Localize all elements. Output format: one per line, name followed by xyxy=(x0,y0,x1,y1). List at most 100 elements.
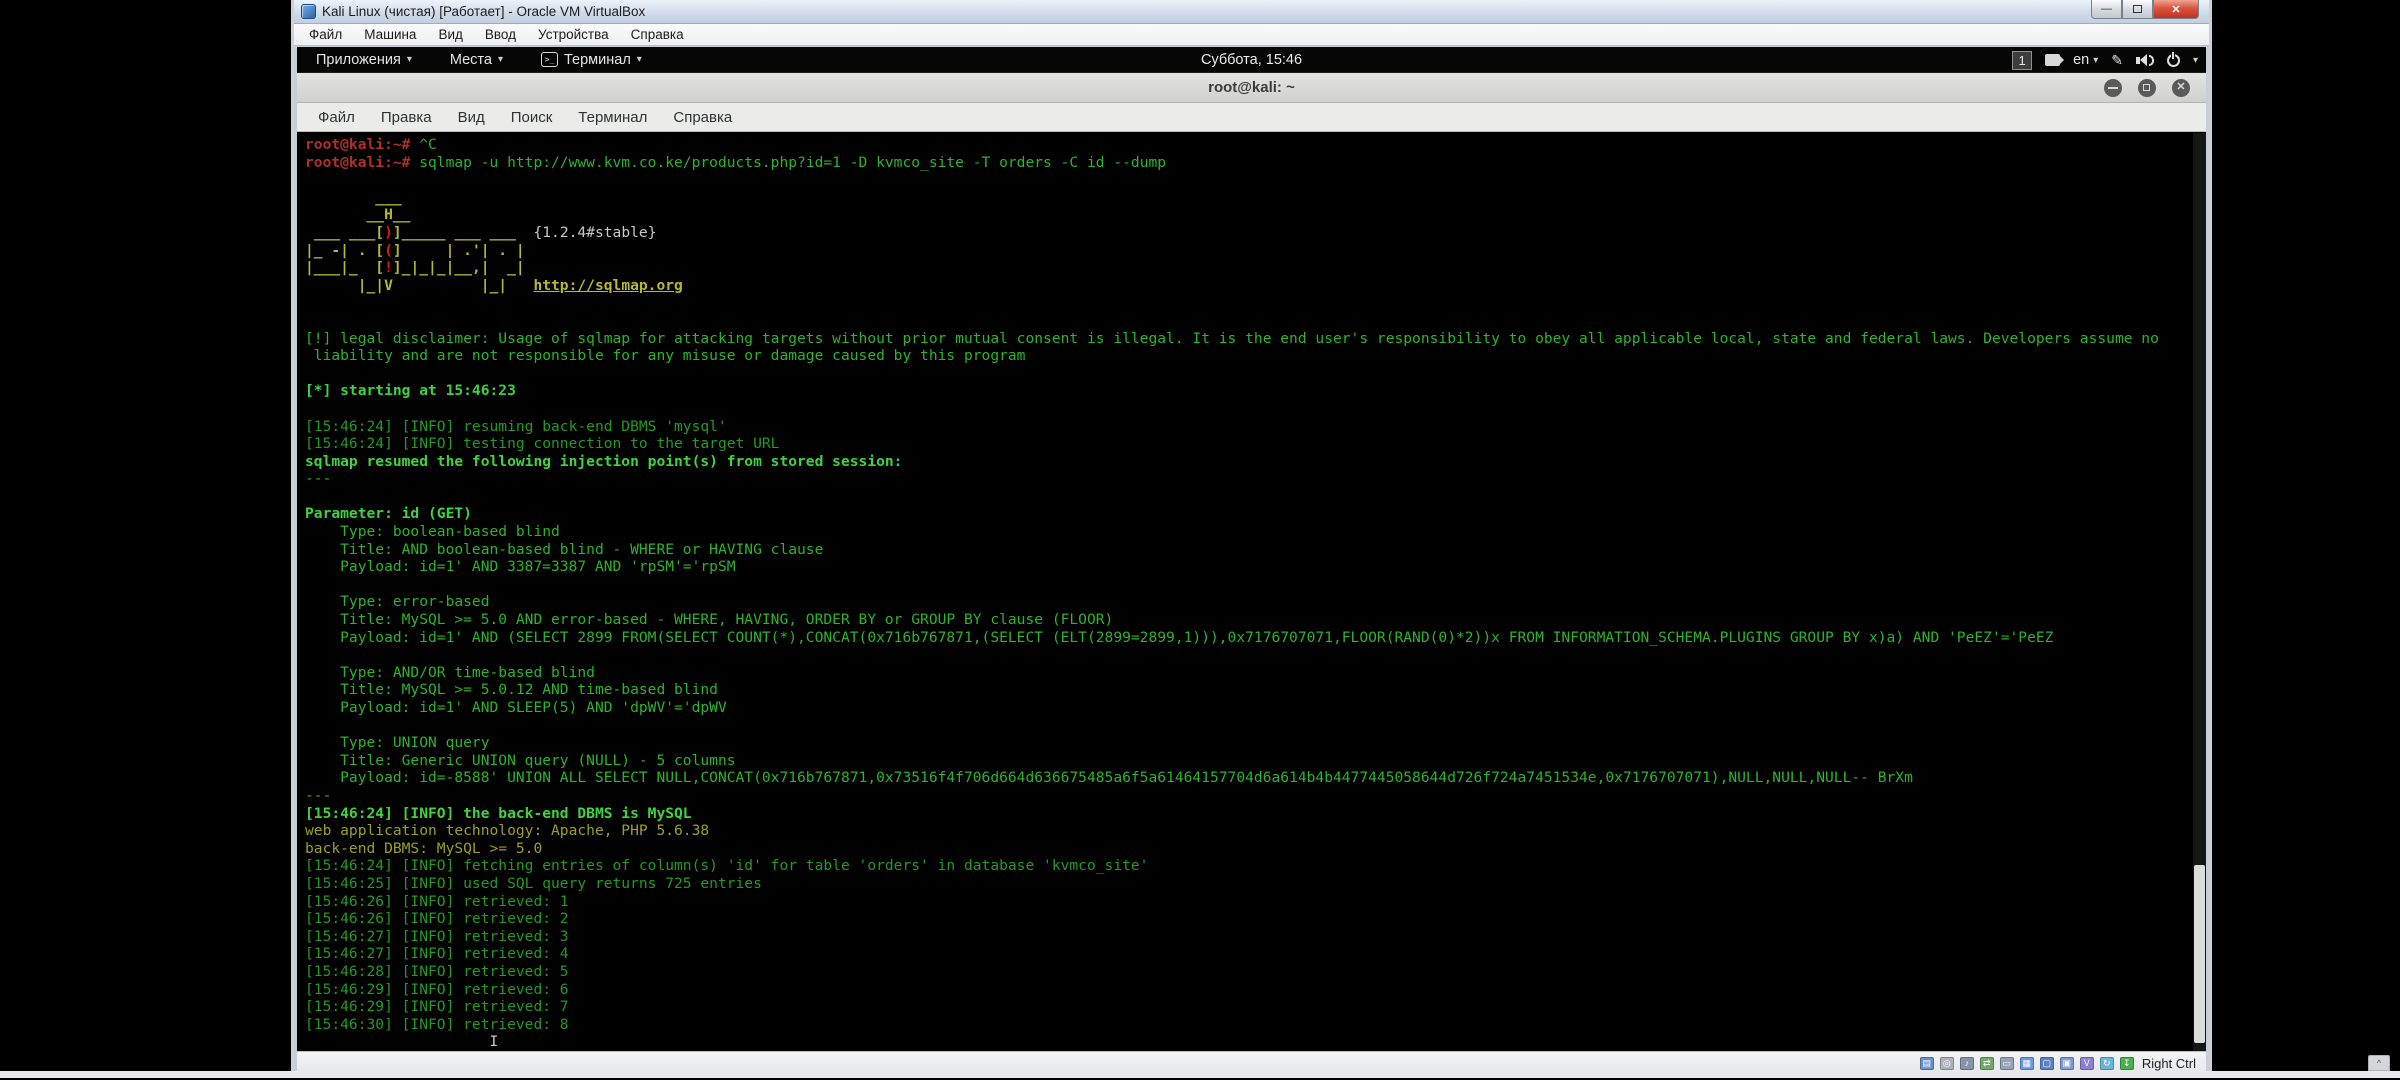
features-icon[interactable]: V xyxy=(2080,1057,2094,1070)
terminal-line: [15:46:24] [INFO] fetching entries of co… xyxy=(305,857,2206,875)
restore-button[interactable] xyxy=(2122,0,2153,19)
hard-disk-icon[interactable]: ▤ xyxy=(1920,1057,1934,1070)
shared-folders-icon[interactable]: ▦ xyxy=(2020,1057,2034,1070)
seamless-icon[interactable]: ▣ xyxy=(2060,1057,2074,1070)
terminal-line xyxy=(305,576,2206,594)
scrollbar-thumb[interactable] xyxy=(2194,865,2205,1043)
terminal-line xyxy=(305,365,2206,383)
terminal-menu-search[interactable]: Поиск xyxy=(498,106,566,129)
terminal-line: web application technology: Apache, PHP … xyxy=(305,822,2206,840)
terminal-maximize-button[interactable] xyxy=(2138,79,2156,97)
terminal-line: [15:46:29] [INFO] retrieved: 7 xyxy=(305,998,2206,1016)
terminal-line: Type: UNION query xyxy=(305,734,2206,752)
terminal-line xyxy=(305,171,2206,189)
chevron-down-icon[interactable]: ▾ xyxy=(2193,55,2198,66)
host-desktop: Kali Linux (чистая) [Работает] - Oracle … xyxy=(0,0,2400,1080)
terminal-line: Title: MySQL >= 5.0 AND error-based - WH… xyxy=(305,611,2206,629)
terminal-line: --- xyxy=(305,470,2206,488)
host-tray-chevron-icon[interactable]: ^ xyxy=(2368,1055,2390,1071)
terminal-line: [15:46:26] [INFO] retrieved: 1 xyxy=(305,893,2206,911)
panel-clock[interactable]: Суббота, 15:46 xyxy=(1201,52,1302,68)
virtualbox-app-icon xyxy=(301,4,316,19)
terminal-output[interactable]: root@kali:~# ^Croot@kali:~# sqlmap -u ht… xyxy=(297,133,2206,1051)
terminal-line xyxy=(305,646,2206,664)
terminal-menu-view[interactable]: Вид xyxy=(445,106,498,129)
terminal-line: root@kali:~# ^C xyxy=(305,136,2206,154)
terminal-close-button[interactable]: ✕ xyxy=(2172,79,2190,97)
terminal-menu-edit[interactable]: Правка xyxy=(368,106,445,129)
vbox-menu-machine[interactable]: Машина xyxy=(353,25,427,44)
terminal-line: Title: MySQL >= 5.0.12 AND time-based bl… xyxy=(305,681,2206,699)
terminal-menu-file[interactable]: Файл xyxy=(305,106,368,129)
terminal-line: sqlmap resumed the following injection p… xyxy=(305,453,2206,471)
terminal-appmenu-label: Терминал xyxy=(564,52,631,68)
keyboard-layout-label: en xyxy=(2073,52,2089,68)
vbox-menu-view[interactable]: Вид xyxy=(427,25,473,44)
places-menu[interactable]: Места ▾ xyxy=(450,52,503,68)
kali-top-panel: Приложения ▾ Места ▾ >_ Терминал ▾ Суббо… xyxy=(297,47,2206,73)
chevron-down-icon: ▾ xyxy=(407,54,412,65)
terminal-line: I xyxy=(305,1033,2206,1051)
terminal-line: |_ -| . [(] | .'| . | xyxy=(305,242,2206,260)
terminal-line: Payload: id=1' AND 3387=3387 AND 'rpSM'=… xyxy=(305,558,2206,576)
terminal-appmenu[interactable]: >_ Терминал ▾ xyxy=(541,52,642,68)
chevron-down-icon: ▾ xyxy=(498,54,503,65)
injector-icon[interactable]: ✎ xyxy=(2111,52,2123,69)
terminal-menu-terminal[interactable]: Терминал xyxy=(565,106,660,129)
terminal-line xyxy=(305,294,2206,312)
download-icon[interactable]: ↧ xyxy=(2120,1057,2134,1070)
terminal-line xyxy=(305,312,2206,330)
volume-icon[interactable] xyxy=(2136,54,2154,66)
minimize-button[interactable]: — xyxy=(2091,0,2122,19)
terminal-line: [!] legal disclaimer: Usage of sqlmap fo… xyxy=(305,330,2206,348)
terminal-scrollbar[interactable] xyxy=(2193,133,2206,1051)
terminal-line: [15:46:26] [INFO] retrieved: 2 xyxy=(305,910,2206,928)
terminal-line: Payload: id=1' AND (SELECT 2899 FROM(SEL… xyxy=(305,629,2206,647)
terminal-line: |_|V |_| http://sqlmap.org xyxy=(305,277,2206,295)
terminal-menubar: ФайлПравкаВидПоискТерминалСправка xyxy=(297,103,2206,132)
terminal-line: [15:46:24] [INFO] resuming back-end DBMS… xyxy=(305,418,2206,436)
audio-icon[interactable]: ♪ xyxy=(1960,1057,1974,1070)
terminal-line: Type: error-based xyxy=(305,593,2206,611)
terminal-icon: >_ xyxy=(541,52,558,67)
close-icon: ✕ xyxy=(2172,80,2190,93)
terminal-line: Title: Generic UNION query (NULL) - 5 co… xyxy=(305,752,2206,770)
display-icon[interactable]: ▢ xyxy=(2040,1057,2054,1070)
vbox-menu-file[interactable]: Файл xyxy=(298,25,353,44)
usb-icon[interactable]: ▭ xyxy=(2000,1057,2014,1070)
vbox-menu-input[interactable]: Ввод xyxy=(474,25,527,44)
close-button[interactable]: ✕ xyxy=(2153,0,2199,19)
host-taskbar-strip[interactable] xyxy=(0,1071,2400,1078)
chevron-down-icon: ▾ xyxy=(637,54,642,65)
vbox-window-title: Kali Linux (чистая) [Работает] - Oracle … xyxy=(322,4,645,19)
vbox-menu-help[interactable]: Справка xyxy=(620,25,695,44)
network-icon[interactable]: ⇄ xyxy=(1980,1057,1994,1070)
restore-icon xyxy=(2133,5,2142,13)
host-key-label: Right Ctrl xyxy=(2142,1056,2196,1071)
vbox-titlebar[interactable]: Kali Linux (чистая) [Работает] - Oracle … xyxy=(294,0,2209,24)
vm-screen: Приложения ▾ Места ▾ >_ Терминал ▾ Суббо… xyxy=(297,47,2206,1051)
terminal-line: root@kali:~# sqlmap -u http://www.kvm.co… xyxy=(305,154,2206,172)
terminal-title: root@kali: ~ xyxy=(1208,79,1295,96)
terminal-line xyxy=(305,717,2206,735)
keyboard-layout-indicator[interactable]: en ▾ xyxy=(2073,52,2098,68)
terminal-line: [15:46:25] [INFO] used SQL query returns… xyxy=(305,875,2206,893)
terminal-minimize-button[interactable] xyxy=(2104,79,2122,97)
terminal-menu-help[interactable]: Справка xyxy=(660,106,745,129)
vbox-menu-devices[interactable]: Устройства xyxy=(527,25,620,44)
terminal-line: [15:46:29] [INFO] retrieved: 6 xyxy=(305,981,2206,999)
terminal-line: Type: AND/OR time-based blind xyxy=(305,664,2206,682)
volume-speaker-cone xyxy=(2140,54,2147,66)
volume-wave xyxy=(2149,55,2154,66)
state-icon[interactable]: ↻ xyxy=(2100,1057,2114,1070)
terminal-line: [15:46:30] [INFO] retrieved: 8 xyxy=(305,1016,2206,1034)
applications-menu[interactable]: Приложения ▾ xyxy=(316,52,412,68)
power-icon[interactable] xyxy=(2167,54,2180,67)
terminal-line: [*] starting at 15:46:23 xyxy=(305,382,2206,400)
optical-disk-icon[interactable]: ◎ xyxy=(1940,1057,1954,1070)
terminal-line: Type: boolean-based blind xyxy=(305,523,2206,541)
camera-icon[interactable] xyxy=(2045,54,2060,66)
terminal-line: back-end DBMS: MySQL >= 5.0 xyxy=(305,840,2206,858)
workspace-indicator[interactable]: 1 xyxy=(2012,51,2032,70)
terminal-titlebar[interactable]: root@kali: ~ ✕ xyxy=(297,73,2206,103)
